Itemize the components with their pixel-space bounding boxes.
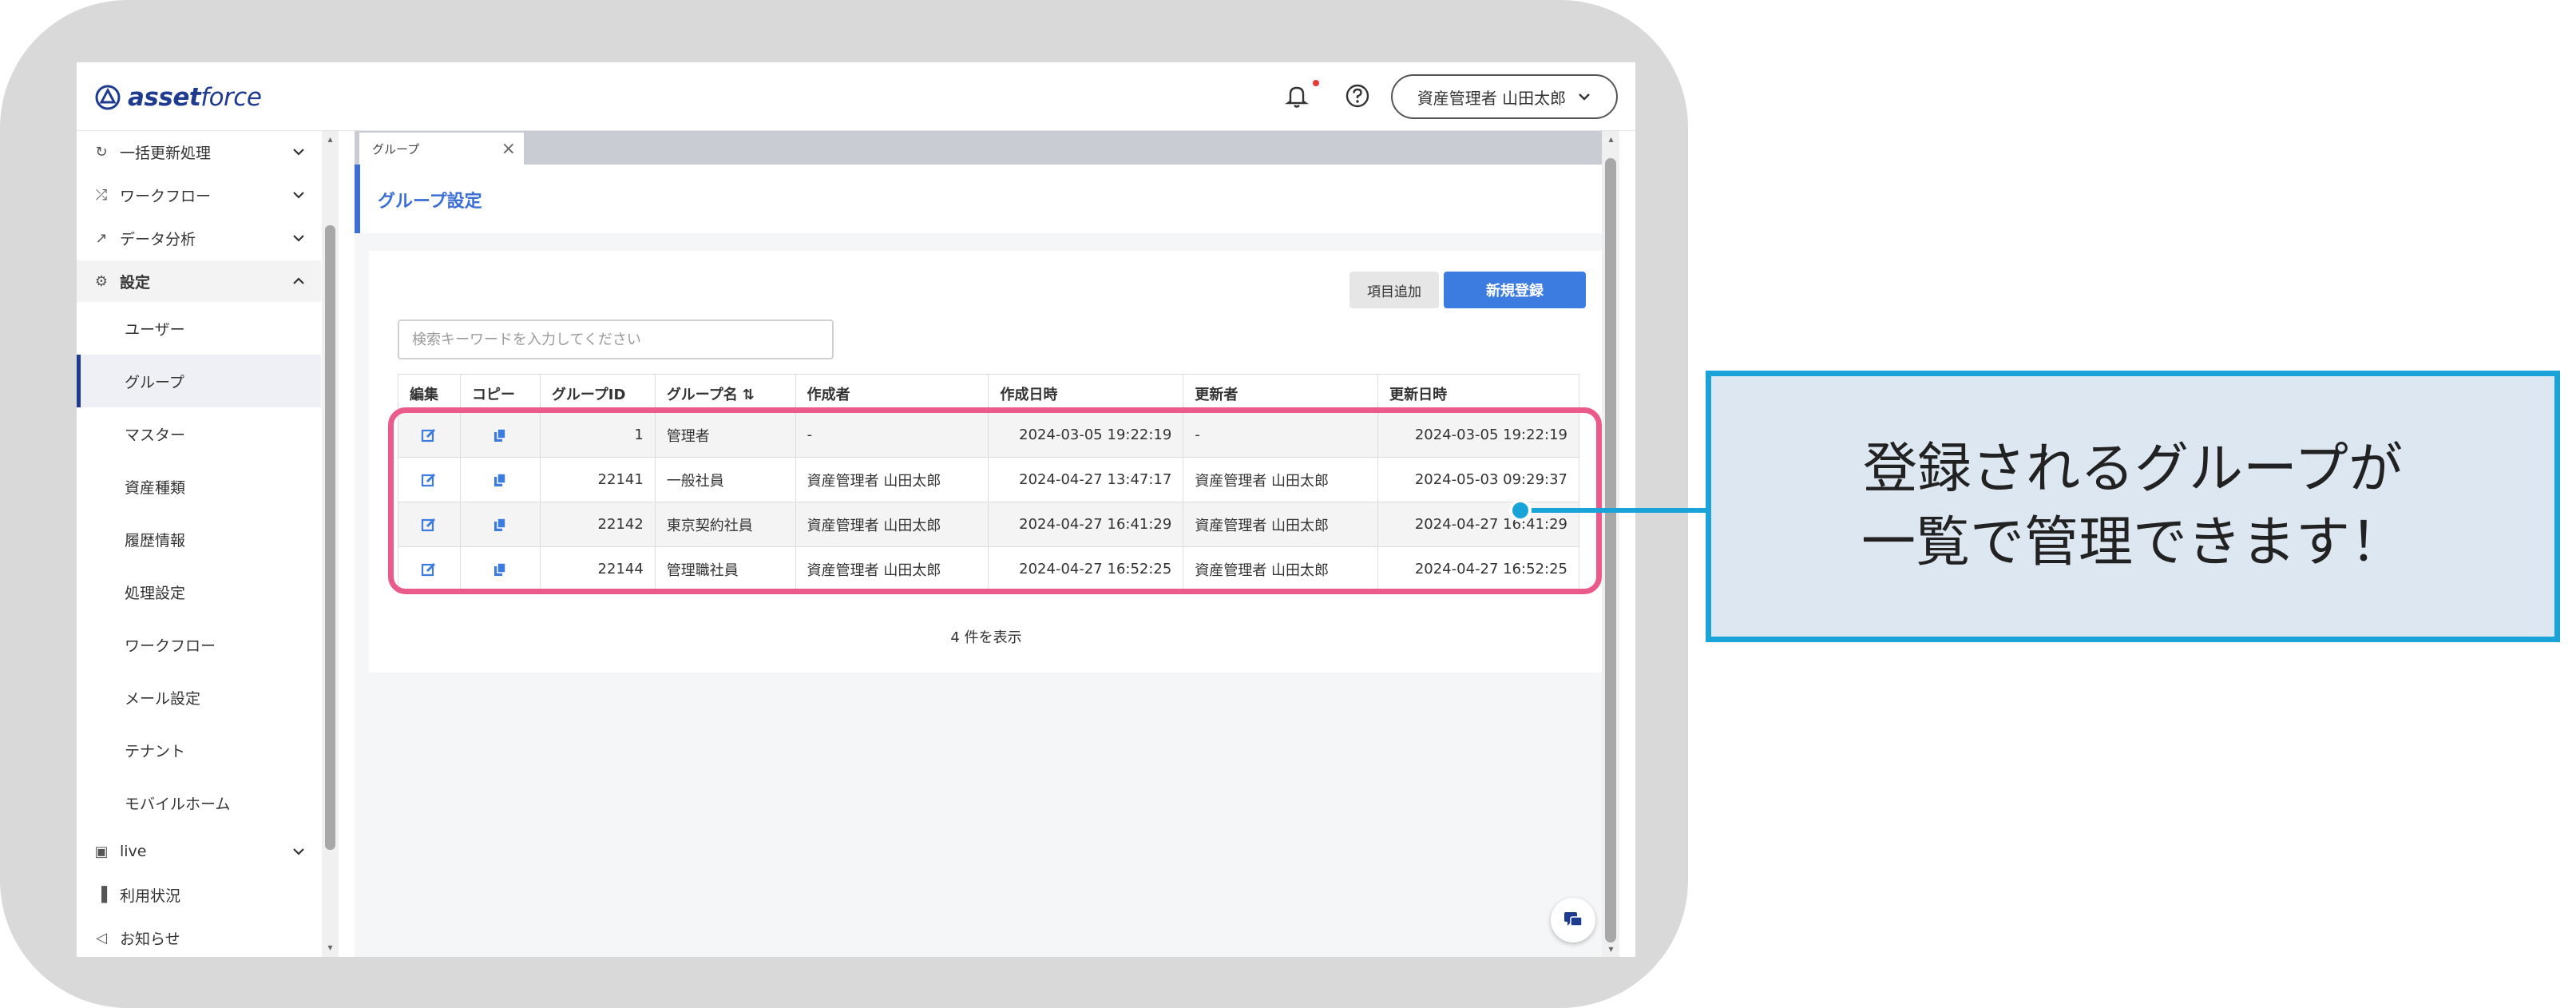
sidebar-item-label: ワークフロー (120, 187, 212, 205)
sidebar-item-label: データ分析 (120, 230, 196, 248)
sidebar-item-label: 一括更新処理 (120, 144, 212, 162)
sidebar-subitem-label: グループ (125, 373, 184, 391)
logo[interactable]: assetforce (94, 80, 262, 115)
sidebar-subitem-mobile-home[interactable]: モバイルホーム (77, 776, 321, 829)
callout-line-1: 登録されるグループが (1863, 438, 2403, 501)
scroll-up-icon[interactable]: ▴ (1606, 134, 1616, 145)
callout-box: 登録されるグループが 一覧で管理できます！ (1706, 371, 2560, 642)
chat-icon (1564, 912, 1583, 927)
sidebar-subitem-label: メール設定 (125, 689, 201, 708)
scroll-up-icon[interactable]: ▴ (325, 134, 335, 145)
chevron-down-icon (1579, 93, 1591, 101)
main-scroll-thumb[interactable] (1605, 158, 1616, 943)
sidebar-item-label: live (120, 843, 147, 860)
table-highlight (388, 407, 1602, 594)
sidebar-subitem-master[interactable]: マスター (77, 407, 321, 460)
chat-button[interactable] (1551, 898, 1595, 943)
sidebar-subitem-groups[interactable]: グループ (77, 355, 321, 407)
sidebar-item-news[interactable]: ◁ お知らせ (77, 917, 321, 957)
sort-icon[interactable]: ⇅ (743, 387, 755, 403)
sidebar-scrollbar[interactable]: ▴ ▾ (322, 131, 339, 957)
user-menu-button[interactable]: 資産管理者 山田太郎 (1391, 74, 1618, 119)
sidebar-subitem-mail-settings[interactable]: メール設定 (77, 671, 321, 724)
chevron-down-icon (293, 848, 304, 855)
sidebar-subitem-label: モバイルホーム (125, 795, 231, 813)
bar-chart-icon: ▐ (96, 886, 107, 903)
callout-connector (1520, 508, 1706, 513)
sidebar-subitem-label: ユーザー (125, 320, 185, 339)
scroll-down-icon[interactable]: ▾ (1606, 944, 1616, 954)
logo-text-bold: asset (128, 83, 201, 112)
app-header: assetforce 資産管理者 山田太郎 (77, 62, 1635, 131)
column-header-label: グループ名 (666, 386, 738, 403)
callout-connector-dot (1509, 499, 1532, 522)
tab-label: グループ (372, 141, 420, 157)
refresh-icon: ↻ (95, 143, 108, 161)
sidebar-subitem-users[interactable]: ユーザー (77, 302, 321, 355)
result-count: 4 件を表示 (950, 629, 1022, 646)
sidebar-subitem-asset-types[interactable]: 資産種類 (77, 460, 321, 513)
sidebar-item-workflow[interactable]: ⤮ ワークフロー (77, 174, 321, 216)
tab-group[interactable]: グループ × (359, 133, 524, 165)
sidebar-subitem-label: 資産種類 (125, 478, 186, 497)
sidebar-subitem-process-settings[interactable]: 処理設定 (77, 566, 321, 618)
close-icon[interactable]: × (501, 139, 516, 159)
sidebar: ↻ 一括更新処理 ⤮ ワークフロー ↗ データ分析 ⚙ 設定 ユーザー グループ… (77, 131, 339, 957)
gear-icon: ⚙ (94, 272, 109, 290)
live-icon: ▣ (94, 843, 109, 860)
sidebar-item-label: 設定 (120, 273, 151, 292)
help-icon[interactable] (1342, 81, 1373, 111)
add-column-button[interactable]: 項目追加 (1349, 272, 1439, 308)
callout-line-2: 一覧で管理できます！ (1861, 511, 2404, 574)
sidebar-subitem-label: 処理設定 (125, 584, 186, 602)
sidebar-subitem-label: 履歴情報 (125, 531, 186, 550)
chevron-down-icon (293, 192, 304, 199)
sidebar-item-usage[interactable]: ▐ 利用状況 (77, 874, 321, 915)
megaphone-icon: ◁ (96, 929, 107, 946)
bell-icon[interactable] (1281, 80, 1313, 112)
logo-text-light: force (200, 83, 262, 112)
logo-text: assetforce (128, 83, 262, 112)
scroll-down-icon[interactable]: ▾ (325, 943, 335, 953)
main-scrollbar[interactable]: ▴ ▾ (1602, 131, 1619, 957)
sidebar-subitem-label: マスター (125, 426, 186, 444)
page-title: グループ設定 (378, 192, 482, 212)
sidebar-subitem-tenant[interactable]: テナント (77, 724, 321, 776)
sidebar-subitem-label: テナント (125, 742, 186, 760)
workflow-icon: ⤮ (95, 186, 108, 204)
tab-bar: グループ × (355, 131, 1619, 165)
sidebar-subitem-history[interactable]: 履歴情報 (77, 513, 321, 566)
analytics-icon: ↗ (95, 229, 108, 247)
chevron-down-icon (293, 235, 304, 242)
search-input[interactable] (398, 319, 834, 359)
user-menu-label: 資産管理者 山田太郎 (1417, 88, 1567, 108)
sidebar-item-label: 利用状況 (120, 887, 181, 905)
page-title-bar: グループ設定 (355, 165, 1619, 233)
sidebar-item-label: お知らせ (120, 930, 180, 948)
sidebar-scroll-thumb[interactable] (325, 225, 335, 850)
chevron-up-icon (293, 277, 304, 284)
sidebar-item-live[interactable]: ▣ live (77, 831, 321, 872)
logo-icon (95, 85, 121, 110)
sidebar-subitem-label: ワークフロー (125, 637, 216, 655)
new-register-button[interactable]: 新規登録 (1444, 272, 1586, 308)
sidebar-item-settings[interactable]: ⚙ 設定 (77, 260, 321, 302)
sidebar-subitem-workflow[interactable]: ワークフロー (77, 618, 321, 671)
sidebar-item-bulk-update[interactable]: ↻ 一括更新処理 (77, 131, 321, 173)
sidebar-item-data-analysis[interactable]: ↗ データ分析 (77, 217, 321, 259)
chevron-down-icon (293, 149, 304, 156)
notification-dot (1313, 80, 1319, 86)
